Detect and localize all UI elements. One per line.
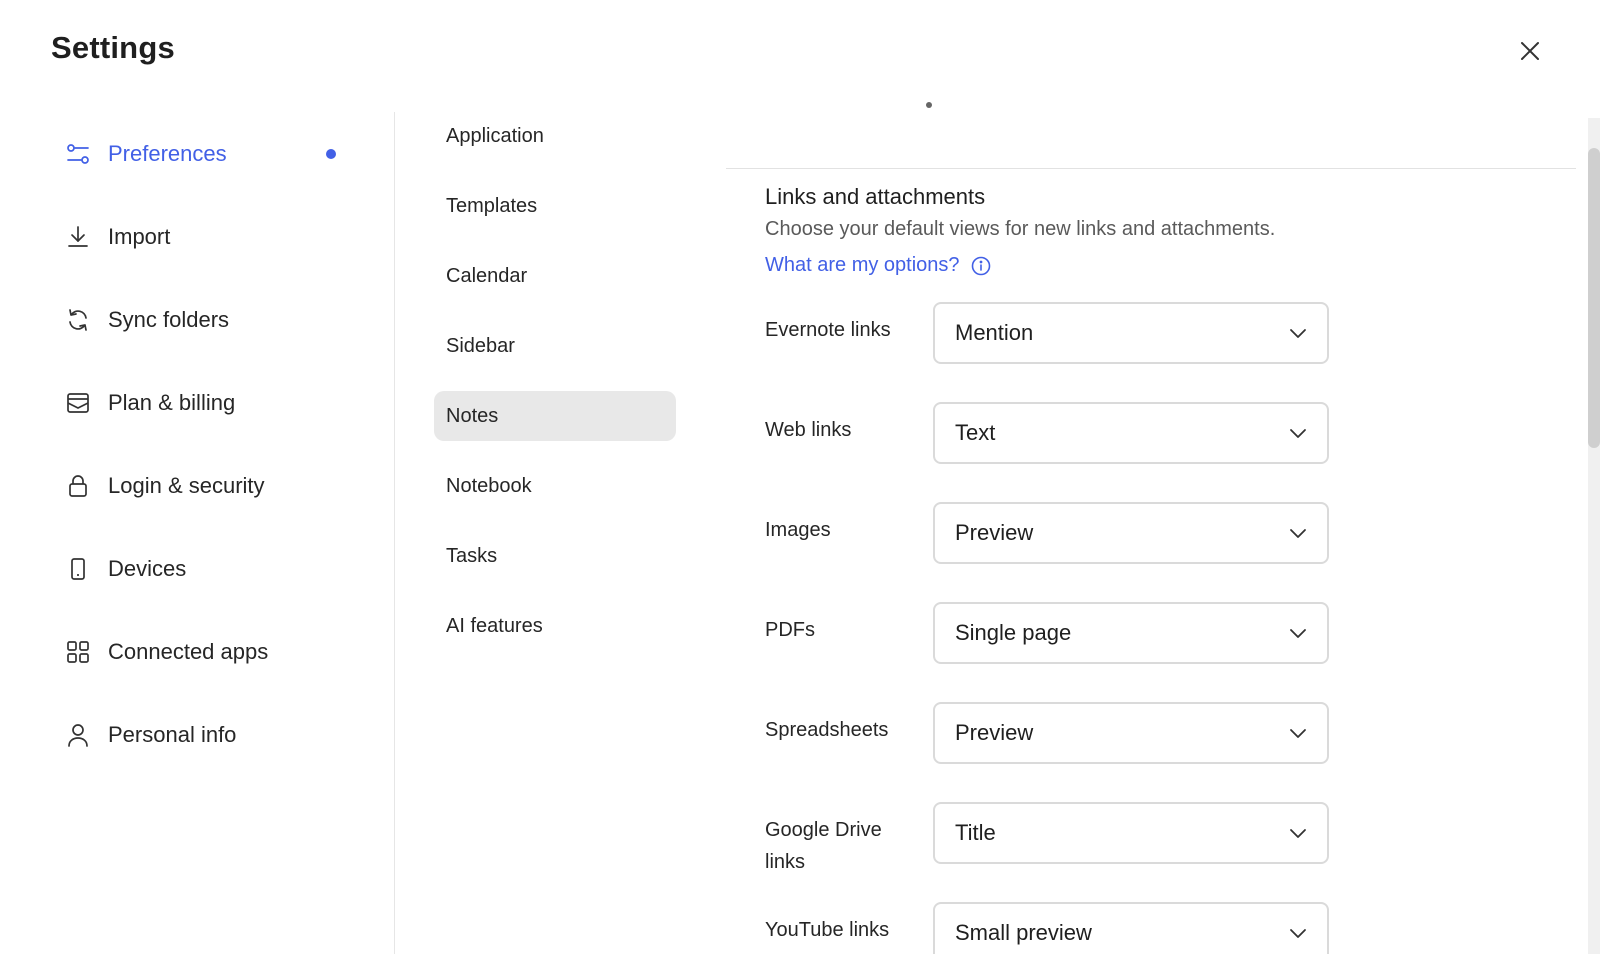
setting-label: Web links — [765, 419, 852, 441]
chevron-down-icon — [1290, 929, 1306, 938]
preferences-subnav: Application Templates Calendar Sidebar N… — [434, 111, 676, 671]
subnav-item-tasks[interactable]: Tasks — [434, 531, 676, 581]
nav-item-label: Login & security — [108, 472, 265, 498]
dialog-title: Settings — [51, 30, 175, 65]
nav-divider — [394, 112, 395, 954]
info-icon — [971, 256, 990, 275]
nav-item-label: Connected apps — [108, 638, 269, 664]
chevron-down-icon — [1290, 829, 1306, 838]
sync-icon — [64, 306, 92, 334]
close-button[interactable] — [1512, 33, 1548, 69]
subnav-item-notebook[interactable]: Notebook — [434, 461, 676, 511]
nav-item-import[interactable]: Import — [50, 195, 350, 278]
apps-grid-icon — [64, 638, 92, 666]
subnav-item-calendar[interactable]: Calendar — [434, 251, 676, 301]
select-value: Mention — [955, 320, 1034, 345]
select-value: Title — [955, 820, 996, 845]
setting-label: PDFs — [765, 619, 815, 641]
subnav-item-templates[interactable]: Templates — [434, 181, 676, 231]
spreadsheets-select[interactable]: Preview — [933, 702, 1329, 764]
web-links-select[interactable]: Text — [933, 402, 1329, 464]
nav-item-label: Personal info — [108, 721, 237, 747]
subnav-item-notes[interactable]: Notes — [434, 391, 676, 441]
evernote-links-select[interactable]: Mention — [933, 302, 1329, 364]
lock-icon — [64, 472, 92, 500]
select-value: Preview — [955, 520, 1034, 545]
subnav-item-sidebar[interactable]: Sidebar — [434, 321, 676, 371]
setting-label: Evernote links — [765, 319, 891, 341]
nav-item-personal-info[interactable]: Personal info — [50, 693, 350, 776]
billing-icon — [64, 389, 92, 417]
nav-item-sync-folders[interactable]: Sync folders — [50, 278, 350, 361]
nav-item-plan-billing[interactable]: Plan & billing — [50, 361, 350, 444]
chevron-down-icon — [1290, 329, 1306, 338]
nav-item-connected-apps[interactable]: Connected apps — [50, 610, 350, 693]
select-value: Text — [955, 420, 996, 445]
settings-nav: Preferences Import Sync folders Plan & b… — [50, 112, 350, 776]
youtube-links-select[interactable]: Small preview — [933, 902, 1329, 954]
options-help-link[interactable]: What are my options? — [765, 254, 992, 277]
nav-item-label: Sync folders — [108, 306, 230, 332]
download-icon — [64, 223, 92, 251]
chevron-down-icon — [1290, 729, 1306, 738]
sliders-icon — [64, 140, 92, 168]
nav-item-preferences[interactable]: Preferences — [50, 112, 350, 195]
select-value: Single page — [955, 620, 1072, 645]
chevron-down-icon — [1290, 429, 1306, 438]
select-value: Small preview — [955, 920, 1092, 945]
person-icon — [64, 721, 92, 749]
setting-label: YouTube links — [765, 919, 890, 941]
subnav-item-ai-features[interactable]: AI features — [434, 601, 676, 651]
scrollbar-thumb[interactable] — [1588, 148, 1600, 448]
options-link-text: What are my options? — [765, 254, 960, 276]
nav-item-label: Plan & billing — [108, 389, 236, 415]
chevron-down-icon — [1290, 529, 1306, 538]
setting-label: Google Drive links — [765, 819, 882, 873]
section-divider — [726, 168, 1576, 169]
nav-item-devices[interactable]: Devices — [50, 527, 350, 610]
images-select[interactable]: Preview — [933, 502, 1329, 564]
device-icon — [64, 555, 92, 583]
select-value: Preview — [955, 720, 1034, 745]
chevron-down-icon — [1290, 629, 1306, 638]
section-title: Links and attachments — [765, 184, 986, 209]
settings-dialog: Settings Preferences Import Sync folders… — [0, 0, 1600, 967]
settings-content: Links and attachments Choose your defaul… — [726, 92, 1576, 954]
setting-label: Images — [765, 519, 831, 541]
google-drive-links-select[interactable]: Title — [933, 802, 1329, 864]
clipped-previous-content — [926, 92, 1186, 112]
nav-item-label: Preferences — [108, 140, 227, 166]
pdfs-select[interactable]: Single page — [933, 602, 1329, 664]
nav-item-label: Import — [108, 223, 171, 249]
nav-item-login-security[interactable]: Login & security — [50, 444, 350, 527]
setting-label: Spreadsheets — [765, 719, 889, 741]
unsaved-indicator-dot — [326, 148, 336, 159]
close-icon — [1521, 42, 1539, 60]
nav-item-label: Devices — [108, 555, 187, 581]
content-scrollbar[interactable] — [1588, 118, 1600, 954]
section-description: Choose your default views for new links … — [765, 218, 1276, 240]
subnav-item-application[interactable]: Application — [434, 111, 676, 161]
